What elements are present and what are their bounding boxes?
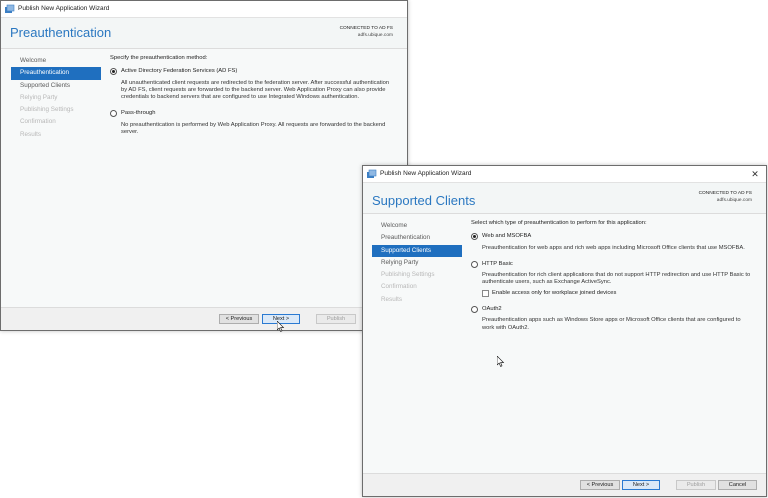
connection-label: CONNECTED TO AD FS xyxy=(339,26,393,31)
clients-prompt: Select which type of preauthentication t… xyxy=(471,220,647,226)
oauth2-radio[interactable] xyxy=(471,306,478,314)
cancel-button[interactable]: Cancel xyxy=(718,480,757,490)
wizard-content: Select which type of preauthentication t… xyxy=(471,220,752,341)
close-icon[interactable]: ✕ xyxy=(744,166,766,182)
connection-label: CONNECTED TO AD FS xyxy=(698,191,752,196)
web-msofba-description: Preauthentication for web apps and rich … xyxy=(482,244,745,251)
nav-step-welcome[interactable]: Welcome xyxy=(11,55,101,67)
connection-server: adfs.ubique.com xyxy=(716,197,752,203)
connection-server: adfs.ubique.com xyxy=(357,32,393,38)
wizard-header: Supported Clients CONNECTED TO AD FS adf… xyxy=(363,183,766,214)
pass-through-radio[interactable] xyxy=(110,110,117,118)
page-title: Preauthentication xyxy=(10,25,112,40)
title-bar[interactable]: Publish New Application Wizard ✕ xyxy=(363,166,766,183)
option-web-msofba[interactable]: Web and MSOFBA xyxy=(471,233,752,241)
web-msofba-radio[interactable] xyxy=(471,233,478,241)
nav-step-preauthentication[interactable]: Preauthentication xyxy=(372,232,462,244)
adfs-description: All unauthenticated client requests are … xyxy=(121,79,390,101)
preauth-prompt: Specify the preauthentication method: xyxy=(110,55,208,61)
nav-step-supported-clients[interactable]: Supported Clients xyxy=(11,80,101,92)
wizard-app-icon xyxy=(367,169,377,178)
pass-through-label: Pass-through xyxy=(121,110,156,117)
web-msofba-label: Web and MSOFBA xyxy=(482,233,532,240)
workplace-joined-label: Enable access only for workplace joined … xyxy=(492,289,617,296)
wizard-header: Preauthentication CONNECTED TO AD FS adf… xyxy=(1,18,407,49)
option-http-basic[interactable]: HTTP Basic xyxy=(471,260,752,268)
previous-button[interactable]: < Previous xyxy=(219,314,259,324)
oauth2-description: Preauthentication apps such as Windows S… xyxy=(482,317,741,331)
pass-through-description: No preauthentication is performed by Web… xyxy=(121,121,386,136)
nav-step-confirmation: Confirmation xyxy=(381,283,417,291)
publish-button: Publish xyxy=(676,480,716,490)
wizard-footer: < Previous Next > Publish Cancel xyxy=(363,473,766,496)
workplace-joined-checkbox[interactable] xyxy=(482,289,489,297)
title-bar[interactable]: Publish New Application Wizard xyxy=(1,1,407,18)
mouse-cursor-icon xyxy=(497,356,505,367)
nav-step-results: Results xyxy=(20,130,41,138)
previous-button[interactable]: < Previous xyxy=(580,480,620,490)
page-title: Supported Clients xyxy=(372,193,476,208)
option-oauth2[interactable]: OAuth2 xyxy=(471,306,752,314)
wizard-steps-nav: Welcome Preauthentication Supported Clie… xyxy=(11,55,101,141)
nav-step-confirmation: Confirmation xyxy=(20,118,56,126)
window-title: Publish New Application Wizard xyxy=(18,5,110,12)
wizard-body: Welcome Preauthentication Supported Clie… xyxy=(1,49,407,308)
window-title: Publish New Application Wizard xyxy=(380,170,472,177)
http-basic-radio[interactable] xyxy=(471,260,478,268)
nav-step-results: Results xyxy=(381,295,402,303)
nav-step-welcome[interactable]: Welcome xyxy=(372,220,462,232)
workplace-joined-checkbox-row[interactable]: Enable access only for workplace joined … xyxy=(471,289,752,297)
nav-step-preauthentication[interactable]: Preauthentication xyxy=(11,67,101,80)
http-basic-label: HTTP Basic xyxy=(482,260,513,267)
nav-step-relying-party[interactable]: Relying Party xyxy=(372,257,462,269)
connection-info: CONNECTED TO AD FS adfs.ubique.com xyxy=(699,191,752,204)
wizard-app-icon xyxy=(5,4,15,13)
option-adfs[interactable]: Active Directory Federation Services (AD… xyxy=(110,68,393,76)
wizard-footer: < Previous Next > Publish xyxy=(1,307,407,330)
nav-step-supported-clients[interactable]: Supported Clients xyxy=(372,244,462,257)
publish-button: Publish xyxy=(316,314,356,324)
next-button[interactable]: Next > xyxy=(622,480,660,490)
adfs-label: Active Directory Federation Services (AD… xyxy=(121,68,238,75)
nav-step-publishing-settings: Publishing Settings xyxy=(381,271,435,279)
oauth2-label: OAuth2 xyxy=(482,306,502,313)
option-pass-through[interactable]: Pass-through xyxy=(110,110,393,118)
wizard-steps-nav: Welcome Preauthentication Supported Clie… xyxy=(372,220,462,306)
wizard-window-supported-clients: Publish New Application Wizard ✕ Support… xyxy=(362,165,767,497)
http-basic-description: Preauthentication for rich client applic… xyxy=(482,272,751,286)
mouse-cursor-icon xyxy=(277,321,285,332)
wizard-window-preauthentication: Publish New Application Wizard Preauthen… xyxy=(0,0,408,331)
adfs-radio[interactable] xyxy=(110,68,117,76)
nav-step-relying-party: Relying Party xyxy=(20,93,58,101)
connection-info: CONNECTED TO AD FS adfs.ubique.com xyxy=(340,26,393,39)
nav-step-publishing-settings: Publishing Settings xyxy=(20,106,74,114)
wizard-content: Specify the preauthentication method: Ac… xyxy=(110,55,393,145)
wizard-body: Welcome Preauthentication Supported Clie… xyxy=(363,214,766,474)
